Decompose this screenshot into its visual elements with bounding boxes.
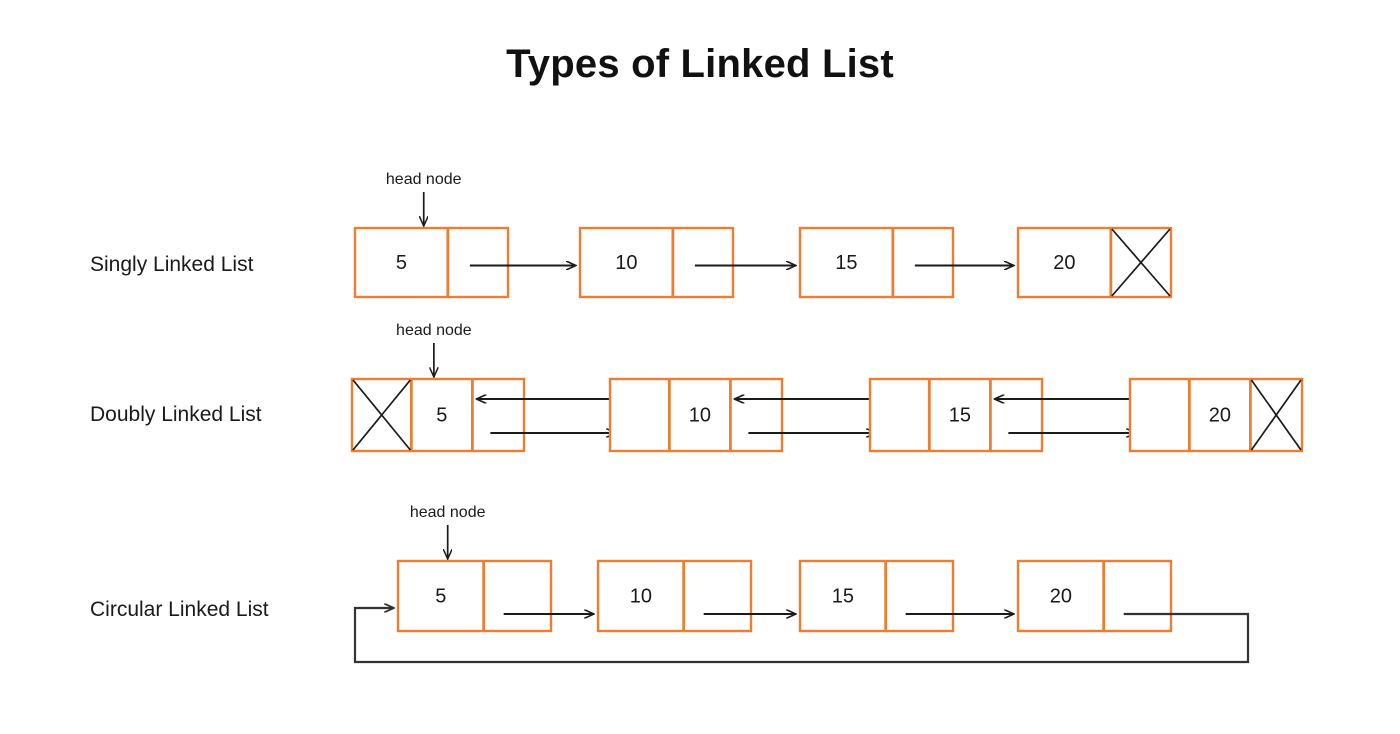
node-value: 5 [435, 585, 446, 607]
node-value: 10 [615, 252, 637, 274]
node-value: 20 [1050, 585, 1072, 607]
linked-list-svg: 5 10 15 20 head node 5 10 15 20 head node 5 10 15 2… [350, 171, 1304, 664]
head-node-label: head node [386, 171, 462, 188]
head-node-label: head node [410, 504, 486, 521]
list-node [798, 226, 955, 299]
list-node [1016, 559, 1173, 633]
list-node [353, 226, 510, 299]
node-value: 15 [832, 585, 854, 607]
list-node [798, 559, 955, 633]
node-value: 5 [436, 404, 447, 426]
list-node [578, 226, 735, 299]
singly-linked-list-group: 5 10 15 20 head node [353, 171, 1173, 299]
list-node [1016, 226, 1173, 299]
node-value: 15 [835, 252, 857, 274]
circular-linked-list-group: 5 10 15 20 head node [353, 504, 1250, 664]
node-value: 20 [1209, 404, 1231, 426]
node-value: 20 [1053, 252, 1075, 274]
doubly-linked-list-group: 5 10 15 20 head node [350, 322, 1304, 453]
node-value: 5 [396, 252, 407, 274]
diagram-canvas: Types of Linked List Singly Linked List … [0, 0, 1400, 734]
list-node [396, 559, 553, 633]
head-node-label: head node [396, 322, 472, 339]
node-value: 15 [949, 404, 971, 426]
node-value: 10 [630, 585, 652, 607]
node-value: 10 [689, 404, 711, 426]
list-node [596, 559, 753, 633]
